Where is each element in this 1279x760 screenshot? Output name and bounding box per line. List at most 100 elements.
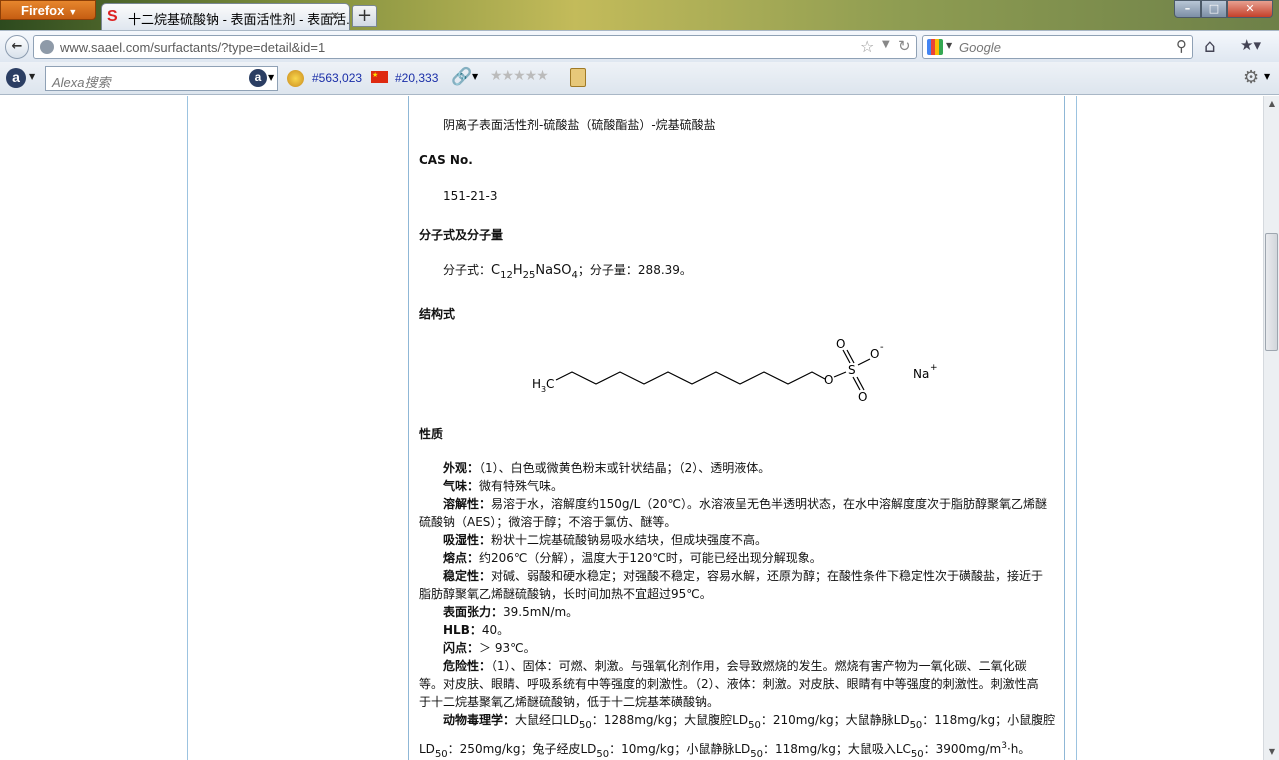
tox-sub: 50 xyxy=(909,720,923,731)
search-icon[interactable]: ⚲ xyxy=(1176,37,1187,55)
global-rank[interactable]: #563,023 xyxy=(312,71,362,85)
chevron-down-icon[interactable]: ▼ xyxy=(268,73,274,82)
vertical-scrollbar[interactable]: ▲ ▼ xyxy=(1263,96,1279,760)
struct-h3c-c: C xyxy=(546,377,554,391)
tox-text: ：3900mg/m xyxy=(923,742,1002,756)
struct-ester-oxygen: O xyxy=(824,373,833,387)
search-bar[interactable]: ▼ Google ⚲ xyxy=(922,35,1193,59)
prop-flash-text: ＞ 93℃。 xyxy=(479,641,536,655)
structure-heading: 结构式 xyxy=(419,307,456,321)
chevron-down-icon[interactable]: ▼ xyxy=(29,72,35,81)
tox-text: ：250mg/kg；兔子经皮LD xyxy=(447,742,597,756)
country-rank[interactable]: #20,333 xyxy=(395,71,438,85)
prop-tension-text: 39.5mN/m。 xyxy=(503,605,579,619)
prop-odor-text: 微有特殊气味。 xyxy=(479,479,564,493)
sites-linking-icon[interactable]: 🔗 xyxy=(451,67,472,87)
prop-stability-text-1: 对碱、弱酸和硬水稳定；对强酸不稳定，容易水解，还原为醇；在酸性条件下稳定性次于磺… xyxy=(491,569,1044,583)
tab-title: 十二烷基硫酸钠 - 表面活性剂 - 表面活... xyxy=(128,12,350,27)
prop-toxicology-2: LD50：250mg/kg；兔子经皮LD50：10mg/kg；小鼠静脉LD50：… xyxy=(419,737,1030,760)
prop-odor: 气味：微有特殊气味。 xyxy=(443,477,563,495)
tox-text: ：1288mg/kg；大鼠腹腔LD xyxy=(591,713,749,727)
formula-c: C xyxy=(491,263,501,278)
scroll-up-icon[interactable]: ▲ xyxy=(1264,96,1279,112)
category-line: 阴离子表面活性剂-硫酸盐（硫酸酯盐）-烷基硫酸盐 xyxy=(443,118,716,132)
alexa-search-placeholder[interactable]: Alexa搜索 xyxy=(52,72,111,91)
home-icon[interactable]: ⌂ xyxy=(1204,36,1215,57)
s-o-single-bond xyxy=(857,358,871,366)
bookmark-star-icon[interactable]: ☆ xyxy=(860,37,874,56)
chevron-down-icon[interactable]: ▼ xyxy=(1264,72,1270,81)
prop-hygroscopicity: 吸湿性：粉状十二烷基硫酸钠易吸水结块，但成块强度不高。 xyxy=(443,531,767,549)
s-o-double-bond-b xyxy=(846,349,855,364)
tox-sub: 50 xyxy=(750,749,764,760)
prop-flash-point: 闪点：＞ 93℃。 xyxy=(443,639,536,657)
struct-sulfur: S xyxy=(848,363,856,377)
prop-solubility-text-2: 硫酸钠（AES）；微溶于醇；不溶于氯仿、醚等。 xyxy=(419,515,677,529)
reload-icon[interactable]: ↻ xyxy=(898,37,911,55)
prop-appearance-label: 外观： xyxy=(443,461,480,475)
alexa-toolbar: a ▼ Alexa搜索 a ▼ #563,023 ★ #20,333 🔗 ▼ ★… xyxy=(0,62,1279,95)
prop-stability-text-2: 脂肪醇聚氧乙烯醚硫酸钠，长时间加热不宜超过95℃。 xyxy=(419,587,712,601)
cas-value: 151-21-3 xyxy=(443,189,498,203)
prop-toxicology-1: 动物毒理学：大鼠经口LD50：1288mg/kg；大鼠腹腔LD50：210mg/… xyxy=(443,711,1055,735)
mw-value: 288.39。 xyxy=(637,263,692,277)
cas-heading: CAS No. xyxy=(419,153,473,167)
engine-dropdown-icon[interactable]: ▼ xyxy=(946,41,952,50)
tab-close-icon[interactable]: ✕ xyxy=(327,8,343,24)
struct-top-oxygen: O xyxy=(836,337,845,351)
chevron-down-icon[interactable]: ▼ xyxy=(472,72,478,81)
prop-hygro-text: 粉状十二烷基硫酸钠易吸水结块，但成块强度不高。 xyxy=(491,533,768,547)
active-tab[interactable]: S 十二烷基硫酸钠 - 表面活性剂 - 表面活... ✕ xyxy=(101,3,350,30)
address-bar[interactable]: www.saael.com/surfactants/?type=detail&i… xyxy=(33,35,917,59)
prop-hazard-text-3: 于十二烷基聚氧乙烯醚硫酸钠，低于十二烷基苯磺酸钠。 xyxy=(419,695,720,709)
minimize-button[interactable]: – xyxy=(1174,0,1201,18)
chevron-down-icon: ▼ xyxy=(68,7,78,17)
mw-label: ；分子量： xyxy=(577,263,638,277)
prop-solubility: 溶解性：易溶于水，溶解度约150g/L（20℃）。水溶液呈无色半透明状态，在水中… xyxy=(443,495,1047,513)
prop-appearance: 外观：（1）、白色或微黄色粉末或针状结晶；（2）、透明液体。 xyxy=(443,459,770,477)
site-identity-icon[interactable] xyxy=(40,40,54,54)
search-placeholder[interactable]: Google xyxy=(959,40,1001,55)
prop-flash-label: 闪点： xyxy=(443,641,480,655)
alexa-logo-icon[interactable]: a xyxy=(6,68,26,88)
formula-label: 分子式： xyxy=(443,263,492,277)
alexa-search-button[interactable]: a xyxy=(249,69,267,87)
google-engine-icon[interactable] xyxy=(927,39,943,55)
prop-hazard-text-1: （1）、固体：可燃、刺激。与强氧化剂作用，会导致燃烧的发生。燃烧有害产物为一氧化… xyxy=(491,659,1027,673)
structural-formula: H 3 C O S O O - O Na + xyxy=(532,337,938,404)
prop-hlb-text: 40。 xyxy=(481,623,510,637)
notes-icon[interactable] xyxy=(570,68,586,87)
scroll-down-icon[interactable]: ▼ xyxy=(1264,744,1279,760)
bookmarks-menu-icon[interactable]: ★▾ xyxy=(1240,36,1261,54)
rating-stars[interactable]: ★★★★★ xyxy=(490,68,549,84)
tox-text: ：118mg/kg；大鼠吸入LC xyxy=(763,742,911,756)
gear-icon[interactable]: ⚙ xyxy=(1243,67,1259,88)
prop-solubility-text-1: 易溶于水，溶解度约150g/L（20℃）。水溶液呈无色半透明状态，在水中溶解度度… xyxy=(491,497,1048,511)
history-dropdown-icon[interactable]: ▼ xyxy=(882,39,890,50)
tox-sub: 50 xyxy=(596,749,610,760)
formula-line: 分子式：C12H25NaSO4；分子量：288.39。 xyxy=(443,261,692,285)
alexa-search-input[interactable]: Alexa搜索 a ▼ xyxy=(45,66,278,91)
back-button[interactable]: ← xyxy=(5,35,29,59)
prop-hazard: 危险性：（1）、固体：可燃、刺激。与强氧化剂作用，会导致燃烧的发生。燃烧有害产物… xyxy=(443,657,1027,675)
new-tab-button[interactable]: + xyxy=(352,5,377,27)
maximize-button[interactable]: □ xyxy=(1201,0,1227,18)
firefox-menu-button[interactable]: Firefox ▼ xyxy=(0,0,96,20)
prop-surface-tension: 表面张力：39.5mN/m。 xyxy=(443,603,578,621)
back-arrow-icon: ← xyxy=(11,39,23,54)
struct-plus-charge: + xyxy=(930,363,938,373)
navigation-toolbar: ← www.saael.com/surfactants/?type=detail… xyxy=(0,30,1279,62)
o-s-bond xyxy=(833,371,847,378)
article-body: 阴离子表面活性剂-硫酸盐（硫酸酯盐）-烷基硫酸盐 CAS No. 151-21-… xyxy=(408,96,1065,760)
struct-bottom-oxygen: O xyxy=(858,390,867,404)
url-text[interactable]: www.saael.com/surfactants/?type=detail&i… xyxy=(60,40,325,55)
tox-text: ：210mg/kg；大鼠静脉LD xyxy=(760,713,910,727)
site-favicon-icon: S xyxy=(107,8,118,25)
prop-mp-text: 约206℃（分解），温度大于120℃时，可能已经出现分解现象。 xyxy=(479,551,822,565)
scroll-thumb[interactable] xyxy=(1265,233,1278,351)
close-window-button[interactable]: ✕ xyxy=(1227,0,1273,18)
prop-odor-label: 气味： xyxy=(443,479,480,493)
page-viewport: 阴离子表面活性剂-硫酸盐（硫酸酯盐）-烷基硫酸盐 CAS No. 151-21-… xyxy=(0,96,1263,760)
traffic-rank-icon[interactable] xyxy=(287,70,304,87)
tox-sub: 50 xyxy=(578,720,592,731)
